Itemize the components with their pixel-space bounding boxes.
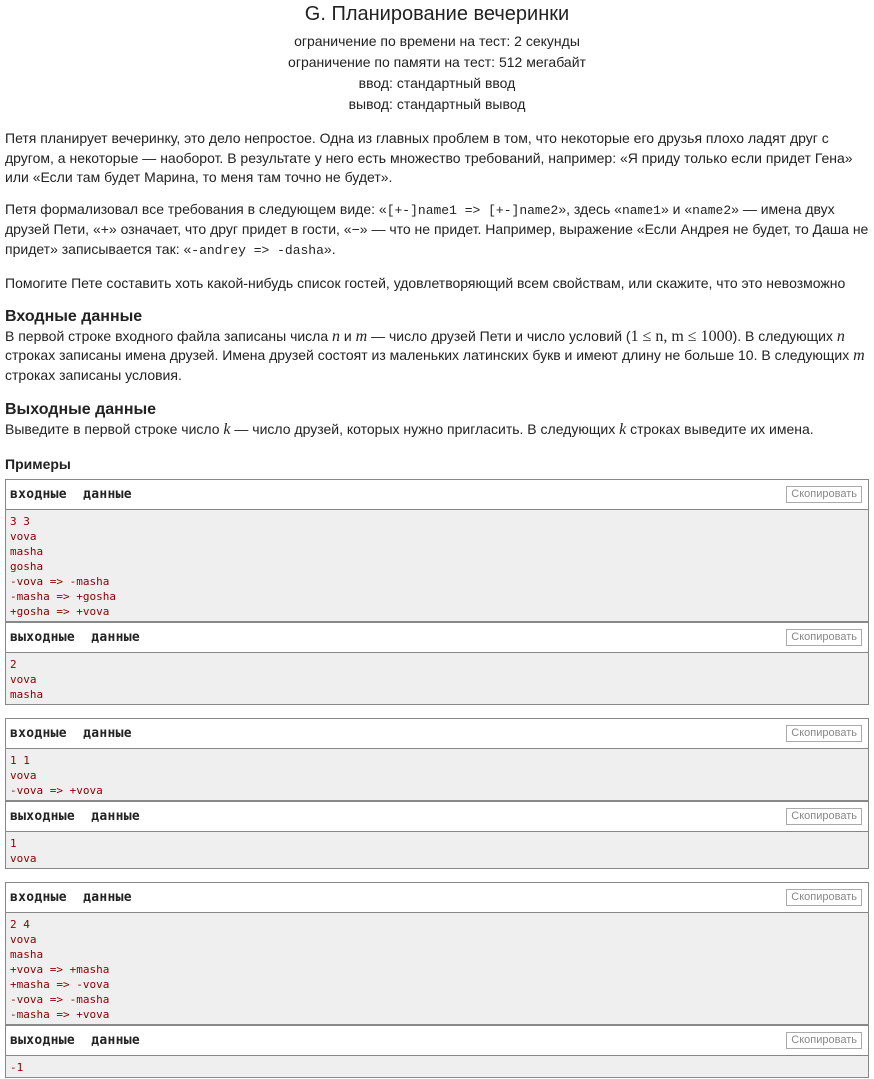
var-n: n xyxy=(332,327,341,345)
examples-title: Примеры xyxy=(5,455,71,472)
sample-output-content: 1 vova xyxy=(6,832,868,868)
example-code: -andrey => -dasha xyxy=(191,242,324,258)
input-text: ). В следующих xyxy=(732,327,837,344)
statement-paragraph-3: Помогите Пете составить хоть какой-нибуд… xyxy=(5,275,846,291)
output-section-title: Выходные данные xyxy=(5,401,157,418)
output-text: строках выведите их имена. xyxy=(626,421,814,437)
output-section-text: Выведите в первой строке число k — число… xyxy=(5,420,869,440)
statement-text: » и « xyxy=(660,200,693,217)
sample-input-header: входные данные Скопировать xyxy=(6,480,868,510)
time-limit: ограничение по времени на тест: 2 секунд… xyxy=(294,33,580,49)
sample-output: выходные данные Скопировать 1 vova xyxy=(6,801,868,868)
sample-output: выходные данные Скопировать 2 vova masha xyxy=(6,622,868,704)
input-text: В первой строке входного файла записаны … xyxy=(5,327,333,344)
sample-input-content: 2 4 vova masha +vova => +masha +masha =>… xyxy=(6,913,868,1024)
memory-limit: ограничение по памяти на тест: 512 мегаб… xyxy=(288,54,586,70)
output-file: вывод: стандартный вывод xyxy=(348,96,526,112)
input-label: входные данные xyxy=(10,487,132,502)
name2-code: name2 xyxy=(692,202,732,218)
input-text: строках записаны условия. xyxy=(5,366,182,383)
problem-header: G. Планирование вечеринки ограничение по… xyxy=(0,0,874,115)
sample-input: входные данные Скопировать 3 3 vova mash… xyxy=(6,480,868,622)
name1-code: name1 xyxy=(621,202,661,218)
statement-text: Петя формализовал все требования в следу… xyxy=(5,200,387,217)
statement-text: », здесь « xyxy=(558,200,622,217)
constraint-formula: 1 ≤ n, m ≤ 1000 xyxy=(630,327,733,345)
sample-test-1: входные данные Скопировать 3 3 vova mash… xyxy=(5,479,869,705)
input-text: — число друзей Пети и число условий ( xyxy=(367,327,631,344)
statement-paragraph-2: Петя формализовал все требования в следу… xyxy=(5,200,869,261)
input-text: и xyxy=(340,327,356,344)
copy-button[interactable]: Скопировать xyxy=(786,629,862,646)
problem-title: G. Планирование вечеринки xyxy=(304,3,570,25)
input-section-text: В первой строке входного файла записаны … xyxy=(5,327,869,386)
var-m: m xyxy=(355,327,368,345)
output-text: Выведите в первой строке число xyxy=(5,421,224,437)
output-text: — число друзей, которых нужно пригласить… xyxy=(230,421,620,437)
copy-button[interactable]: Скопировать xyxy=(786,486,862,503)
copy-button[interactable]: Скопировать xyxy=(786,1032,862,1049)
statement-paragraph-1: Петя планирует вечеринку, это дело непро… xyxy=(5,130,853,185)
input-label: входные данные xyxy=(10,726,132,741)
copy-button[interactable]: Скопировать xyxy=(786,889,862,906)
copy-button[interactable]: Скопировать xyxy=(786,725,862,742)
copy-button[interactable]: Скопировать xyxy=(786,808,862,825)
input-label: входные данные xyxy=(10,890,132,905)
sample-input: входные данные Скопировать 2 4 vova mash… xyxy=(6,883,868,1025)
var-m: m xyxy=(853,347,865,364)
var-k: k xyxy=(223,421,231,438)
input-section-title: Входные данные xyxy=(5,307,143,325)
input-text: строках записаны имена друзей. Имена дру… xyxy=(5,347,854,363)
sample-test-2: входные данные Скопировать 1 1 vova -vov… xyxy=(5,718,869,869)
sample-output-content: 2 vova masha xyxy=(6,653,868,704)
var-n: n xyxy=(836,327,845,345)
output-label: выходные данные xyxy=(10,809,141,824)
sample-input-content: 1 1 vova -vova => +vova xyxy=(6,749,868,800)
sample-output-header: выходные данные Скопировать xyxy=(6,801,868,832)
sample-output-content: -1 xyxy=(6,1056,868,1077)
statement-text: ». xyxy=(323,240,336,257)
input-file: ввод: стандартный ввод xyxy=(358,75,516,91)
problem-page: G. Планирование вечеринки ограничение по… xyxy=(0,0,874,1079)
sample-output: выходные данные Скопировать -1 xyxy=(6,1025,868,1077)
format-code: [+-]name1 => [+-]name2 xyxy=(386,202,559,218)
output-label: выходные данные xyxy=(10,630,141,645)
sample-input-header: входные данные Скопировать xyxy=(6,883,868,913)
sample-output-header: выходные данные Скопировать xyxy=(6,622,868,653)
sample-output-header: выходные данные Скопировать xyxy=(6,1025,868,1056)
output-label: выходные данные xyxy=(10,1033,141,1048)
sample-input-content: 3 3 vova masha gosha -vova => -masha -ma… xyxy=(6,510,868,621)
sample-input-header: входные данные Скопировать xyxy=(6,719,868,749)
sample-test-3: входные данные Скопировать 2 4 vova mash… xyxy=(5,882,869,1078)
sample-input: входные данные Скопировать 1 1 vova -vov… xyxy=(6,719,868,801)
